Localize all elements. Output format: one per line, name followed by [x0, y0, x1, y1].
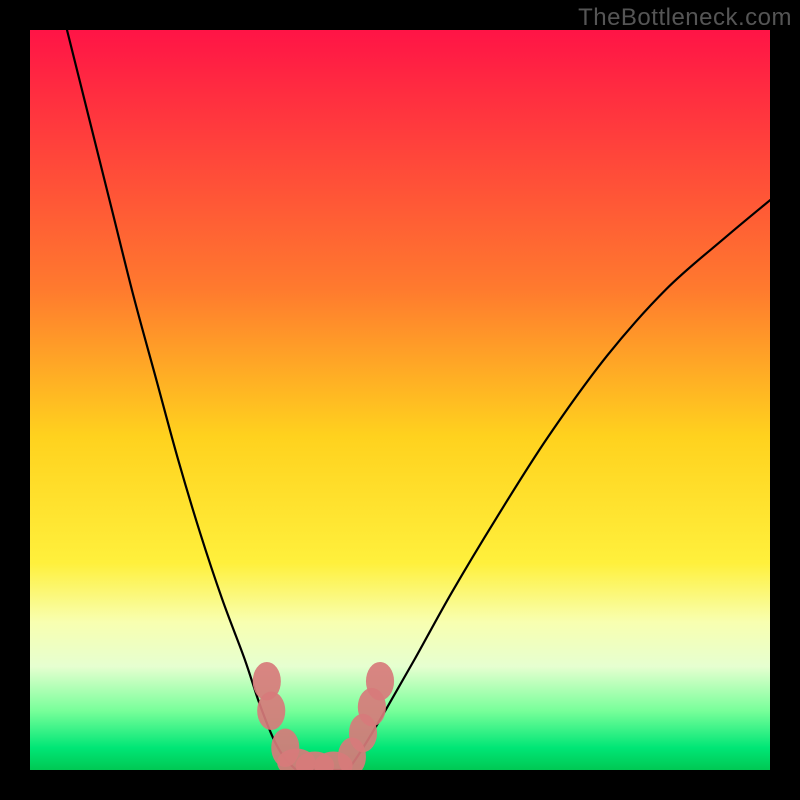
chart-background: [30, 30, 770, 770]
bottleneck-chart: [30, 30, 770, 770]
watermark-text: TheBottleneck.com: [578, 4, 792, 32]
data-marker: [257, 692, 285, 730]
chart-viewport: TheBottleneck.com: [0, 0, 800, 800]
data-marker: [366, 662, 394, 700]
